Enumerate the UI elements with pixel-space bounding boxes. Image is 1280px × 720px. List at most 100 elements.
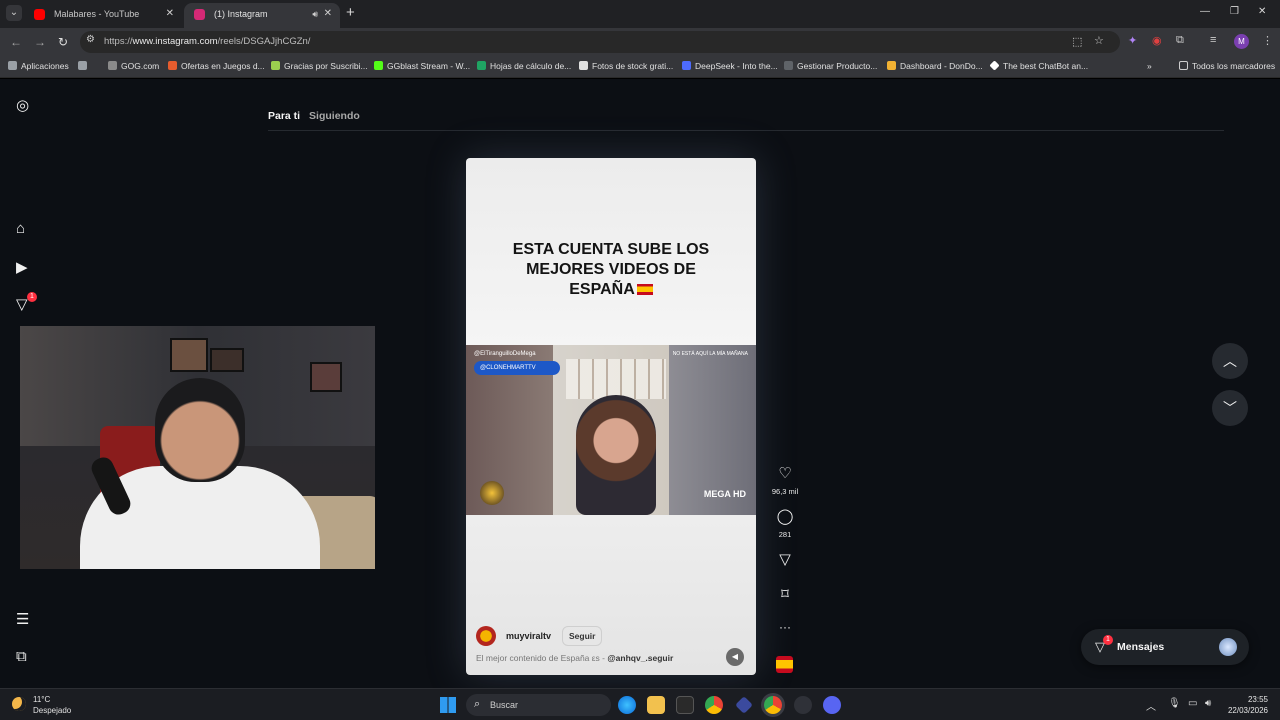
extension-red-icon[interactable]: ◉ [1152,34,1162,47]
follow-button[interactable]: Seguir [562,626,603,646]
close-tab-icon[interactable]: ✕ [324,3,332,25]
profile-avatar[interactable]: M [1234,34,1249,49]
messages-button[interactable]: ▽ 1 Mensajes [1081,629,1249,665]
chevron-down-icon: ﹀ [1223,400,1237,416]
reel-headline: ESTA CUENTA SUBE LOS MEJORES VIDEOS DE E… [512,241,710,298]
direct-send-icon[interactable]: ▽ [16,295,28,313]
bookmark-item[interactable]: Gracias por Suscribi... [271,61,368,71]
feed-tabs: Para ti Siguiendo [268,110,366,122]
reels-icon[interactable]: ▶ [16,258,28,276]
bookmark-item[interactable]: Aplicaciones [8,61,69,71]
extension-puzzle-icon[interactable]: ✦ [1128,34,1137,47]
bookmark-item[interactable]: Hojas de cálculo de... [477,61,571,71]
bookmark-item[interactable]: Gestionar Producto... [784,61,877,71]
close-tab-icon[interactable]: ✕ [166,3,174,25]
share-icon[interactable]: ▽ [776,550,794,568]
new-tab-button[interactable]: + [346,4,355,21]
more-apps-icon[interactable]: ⧉ [16,648,27,665]
tab-instagram[interactable]: (1) Instagram 🔊︎ ✕ [184,3,340,28]
bookmarks-overflow-icon[interactable]: » [1147,61,1152,71]
reload-icon[interactable]: ↻ [58,35,68,49]
wall-picture [170,338,208,372]
comment-icon[interactable]: ◯ [776,507,794,525]
speaker-icon[interactable]: 🔊︎ [312,3,318,25]
mute-icon[interactable]: ◀︎ [726,648,744,666]
edge-icon[interactable] [618,696,636,714]
close-window-icon[interactable]: ✕ [1258,6,1266,17]
save-bookmark-icon[interactable]: ⌑ [776,585,794,603]
tab-title: Malabares - YouTube [54,9,140,19]
message-avatar [1219,638,1237,656]
author-avatar[interactable] [476,626,496,646]
volume-icon[interactable]: 🔊︎ [1205,698,1211,709]
all-bookmarks[interactable]: Todos los marcadores [1179,61,1275,71]
search-placeholder: Buscar [490,700,519,710]
bookmark-star-icon[interactable]: ☆ [1094,34,1104,47]
audio-thumbnail[interactable] [776,656,793,673]
menu-kebab-icon[interactable]: ⋮ [1262,34,1273,47]
bookmark-item[interactable]: DeepSeek - Into the... [682,61,778,71]
reel-card[interactable]: ESTA CUENTA SUBE LOS MEJORES VIDEOS DE E… [466,158,756,675]
clock[interactable]: 23:55 22/03/2026 [1226,694,1268,716]
app-c-icon[interactable] [676,696,694,714]
bookmark-item[interactable]: GOG.com [108,61,159,71]
weather-widget[interactable]: 11°C Despejado [33,694,71,716]
webcam-overlay [20,326,375,569]
install-app-icon[interactable]: ⬚ [1072,35,1082,48]
tab-siguiendo[interactable]: Siguiendo [309,110,360,122]
address-bar[interactable]: ⚙ https://www.instagram.com/reels/DSGAJj… [80,31,1120,53]
bookmark-item[interactable]: The best ChatBot an... [989,60,1088,71]
next-reel-button[interactable]: ﹀ [1212,390,1248,426]
microphone-icon[interactable]: 🎙︎ [1168,698,1181,709]
reel-video[interactable]: @ElTiranguilloDeMega NO ESTÁ AQUÍ LA MÍA… [466,345,756,515]
bookmark-item[interactable] [78,61,91,71]
extensions-icon[interactable]: ⧉ [1176,34,1184,47]
channel-logo-icon [480,481,504,505]
caption-mention[interactable]: @anhqv_.seguir [607,653,673,663]
tray-overflow-icon[interactable]: ︿ [1146,698,1156,713]
tab-para-ti[interactable]: Para ti [268,110,300,122]
bookmark-item[interactable]: Fotos de stock grati... [579,61,673,71]
site-info-icon[interactable]: ⚙ [86,34,95,45]
messages-label: Mensajes [1117,641,1165,653]
windows-taskbar: 11°C Despejado ⌕ Buscar ︿ 🎙︎ ▭ 🔊︎ 23:55 … [0,688,1280,720]
brand-watermark: MEGA HD [703,489,746,499]
network-icon[interactable]: ▭ [1188,698,1197,709]
taskbar-search[interactable]: ⌕ Buscar [466,694,611,716]
back-icon[interactable]: ← [10,35,22,49]
reel-author: muyviraltv Seguir [476,626,746,646]
media-control-icon[interactable]: ≡ [1210,34,1216,46]
home-icon[interactable]: ⌂ [16,220,25,237]
overlay-handle: @CLONEHMARTTV [474,361,560,375]
windows-start-icon[interactable] [440,697,456,713]
box-icon [784,61,793,70]
previous-reel-button[interactable]: ︿ [1212,343,1248,379]
forward-icon[interactable]: → [34,35,46,49]
bookmark-item[interactable]: Ofertas en Juegos d... [168,61,265,71]
tab-youtube[interactable]: Malabares - YouTube ✕ [24,3,182,28]
file-explorer-icon[interactable] [647,696,665,714]
mail-icon [271,61,280,70]
chrome-icon[interactable] [705,696,723,714]
instagram-logo-icon[interactable]: ◎ [16,96,29,114]
gog-icon [108,61,117,70]
url-text[interactable]: https://www.instagram.com/reels/DSGAJjhC… [104,36,310,47]
author-name[interactable]: muyviraltv [506,631,551,641]
chrome-profile-icon[interactable] [764,696,782,714]
like-heart-icon[interactable]: ♡ [776,464,794,482]
tab-search-button[interactable]: ⌄ [6,5,22,21]
wall-picture [210,348,244,372]
hamburger-menu-icon[interactable]: ☰ [16,610,29,628]
restore-icon[interactable]: ❐ [1230,6,1239,17]
discord-icon[interactable] [823,696,841,714]
minimize-icon[interactable]: — [1200,6,1210,17]
weather-moon-icon[interactable] [12,697,26,711]
bookmark-item[interactable]: GGblast Stream - W... [374,61,470,71]
k-icon [374,61,383,70]
more-options-icon[interactable]: ··· [776,620,794,634]
tab-title: (1) Instagram [214,9,268,19]
tab-strip: ⌄ Malabares - YouTube ✕ (1) Instagram 🔊︎… [0,0,1280,28]
bookmark-item[interactable]: Dashboard - DonDo... [887,61,983,71]
app-diamond-icon[interactable] [735,696,753,714]
app-circle-icon[interactable] [794,696,812,714]
